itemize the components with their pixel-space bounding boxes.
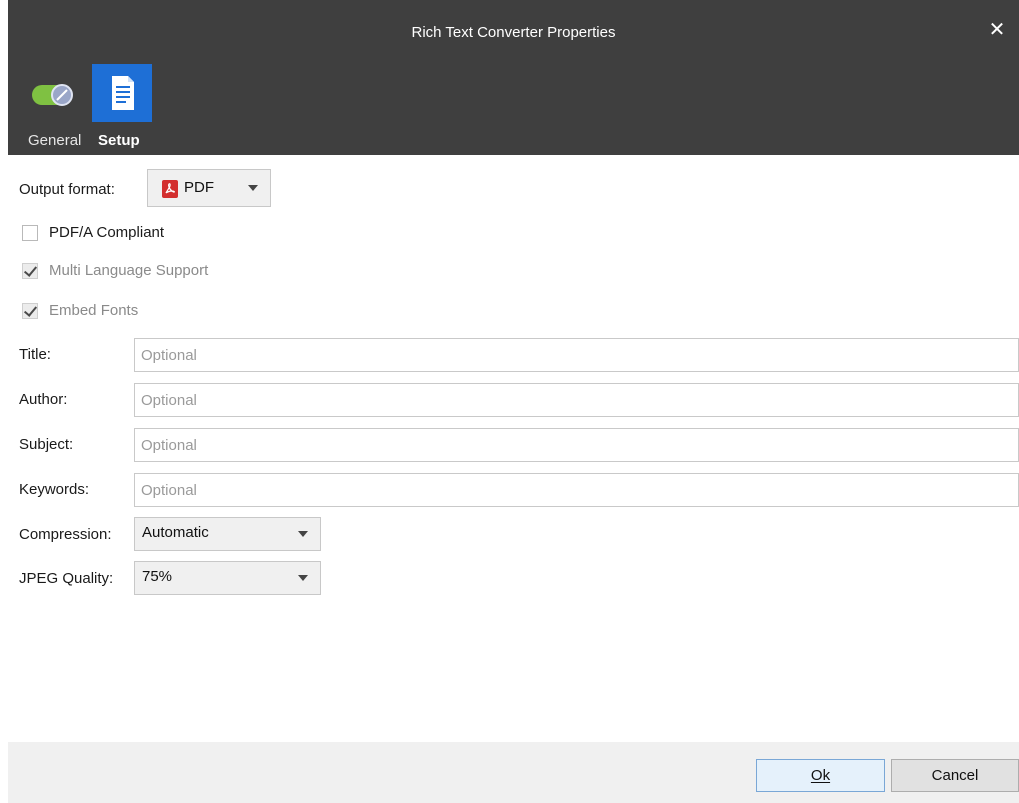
pdfa-compliant-checkbox[interactable] — [22, 225, 38, 241]
jpeg-quality-label: JPEG Quality: — [19, 570, 114, 587]
checkmark-icon — [23, 303, 38, 317]
toggle-switch-icon — [28, 64, 92, 122]
author-input[interactable] — [134, 383, 1019, 417]
embed-fonts-checkbox[interactable] — [22, 303, 38, 319]
window-title: Rich Text Converter Properties — [411, 24, 616, 41]
tab-setup-label: Setup — [98, 132, 140, 149]
subject-label: Subject: — [19, 436, 74, 453]
chevron-down-icon — [298, 575, 308, 581]
multi-language-support-checkbox[interactable] — [22, 263, 38, 279]
chevron-down-icon — [298, 531, 308, 537]
keywords-label: Keywords: — [19, 481, 90, 498]
output-format-dropdown[interactable]: PDF — [147, 169, 271, 207]
ok-button-label: Ok — [810, 767, 831, 784]
pdfa-compliant-label: PDF/A Compliant — [49, 224, 165, 241]
tab-general-label: General — [28, 132, 82, 149]
chevron-down-icon — [248, 185, 258, 191]
embed-fonts-label: Embed Fonts — [49, 302, 139, 319]
ok-button[interactable]: Ok — [756, 759, 885, 792]
tab-general[interactable]: General — [28, 64, 92, 154]
cancel-button[interactable]: Cancel — [891, 759, 1019, 792]
output-format-value: PDF — [184, 179, 214, 196]
author-label: Author: — [19, 391, 68, 408]
close-icon[interactable]: ✕ — [985, 18, 1009, 42]
title-label: Title: — [19, 346, 51, 363]
tab-setup[interactable]: Setup — [92, 64, 158, 154]
jpeg-quality-dropdown[interactable]: 75% — [134, 561, 321, 595]
checkmark-icon — [23, 263, 38, 277]
title-input[interactable] — [134, 338, 1019, 372]
cancel-button-label: Cancel — [931, 767, 979, 784]
dialog-header: Rich Text Converter Properties ✕ General… — [8, 0, 1019, 155]
output-format-label: Output format: — [19, 181, 115, 198]
keywords-input[interactable] — [134, 473, 1019, 507]
compression-dropdown[interactable]: Automatic — [134, 517, 321, 551]
pdf-icon — [162, 180, 178, 201]
subject-input[interactable] — [134, 428, 1019, 462]
compression-label: Compression: — [19, 526, 112, 543]
document-icon — [92, 64, 152, 122]
multi-language-support-label: Multi Language Support — [49, 262, 209, 279]
jpeg-quality-value: 75% — [142, 568, 173, 585]
compression-value: Automatic — [142, 524, 209, 541]
